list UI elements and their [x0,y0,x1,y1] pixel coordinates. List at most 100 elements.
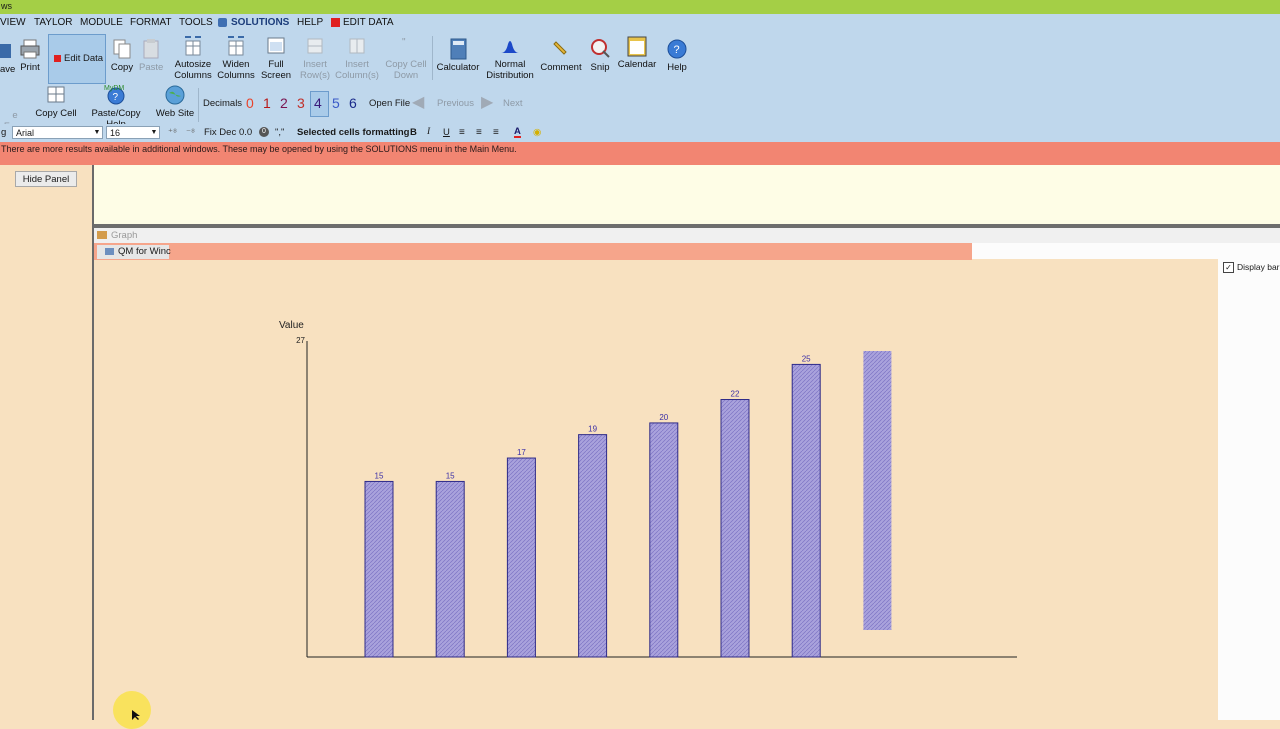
calendar-icon [627,36,647,57]
underline-button[interactable]: U [443,127,450,138]
zero-format-icon[interactable]: 0 [259,127,269,137]
menu-format[interactable]: FORMAT [130,17,171,28]
graph-window-title: Graph [111,230,138,241]
insert-rows-icon [307,38,323,54]
menu-module[interactable]: MODULE [80,17,123,28]
normal-distribution-button[interactable]: Normal Distribution [484,35,536,81]
comment-button[interactable]: Comment [539,38,583,73]
app-icon [105,248,114,255]
bar-data-label: 22 [731,390,740,399]
calculator-button[interactable]: Calculator [436,38,480,73]
print-label: Print [20,62,40,73]
web-site-button[interactable]: Web Site [155,84,195,119]
bar [435,480,465,658]
display-bar-checkbox[interactable]: ✓ [1223,262,1234,273]
increase-decimal-icon[interactable]: ⁺⁸ [168,127,177,138]
calendar-label: Calendar [617,59,657,70]
solutions-icon [218,18,227,27]
normal-curve-icon [501,41,519,53]
next-button[interactable]: Next [503,98,523,109]
insert-columns-label-1: Insert [345,59,369,70]
window-title: ws [1,1,12,11]
banner-text: There are more results available in addi… [1,144,517,154]
paste-icon [143,39,159,59]
ribbon-divider [198,88,199,122]
save-button[interactable]: ave [0,40,15,75]
paste-from-icon [0,84,30,110]
ribbon: ave Print Edit Data Copy Paste Autosize C… [0,32,1280,132]
decimals-6-button[interactable]: 6 [349,95,357,111]
decimals-2-button[interactable]: 2 [280,95,288,111]
help-label: Help [667,62,687,73]
decimals-5-button[interactable]: 5 [332,95,340,111]
format-toolbar: g Arial ▼ 16 ▼ ⁺⁸ ⁻⁸ Fix Dec 0.0 0 "," Sel… [0,124,1280,142]
bold-button[interactable]: B [410,127,417,138]
copy-button[interactable]: Copy [110,38,134,73]
font-select[interactable]: Arial ▼ [12,126,103,139]
bar [578,434,608,658]
edit-data-button[interactable]: Edit Data [48,34,106,84]
ribbon-divider [432,36,433,80]
previous-button[interactable]: Previous [437,98,474,109]
fill-color-icon[interactable]: ◉ [533,127,541,138]
fix-dec-value[interactable]: 0.0 [239,127,252,138]
graph-window-titlebar: Graph [94,228,1280,243]
bar-data-label: 19 [588,425,597,434]
menu-tools[interactable]: TOOLS [179,17,213,28]
normal-label-1: Normal [494,59,526,70]
insert-columns-button[interactable]: Insert Column(s) [334,35,380,81]
align-left-icon[interactable]: ≡ [459,127,465,138]
menu-help[interactable]: HELP [297,17,323,28]
autosize-columns-button[interactable]: Autosize Columns [173,35,213,81]
menu-taylor[interactable]: TAYLOR [34,17,73,28]
menu-edit-data[interactable]: EDIT DATA [343,17,394,28]
print-button[interactable]: Print [18,38,42,73]
tab-qm-for-windows[interactable]: QM for Winc [97,245,171,259]
full-screen-button[interactable]: Full Screen [258,35,294,81]
font-size-value: 16 [110,128,121,138]
decrease-decimal-icon[interactable]: ⁻⁸ [186,127,195,138]
chevron-down-icon: ▼ [150,129,158,136]
decimals-label: Decimals [203,98,243,109]
decimals-3-button[interactable]: 3 [297,95,305,111]
chevron-down-icon: ▼ [93,129,101,136]
bar [720,399,750,658]
hide-panel-button[interactable]: Hide Panel [15,171,77,187]
normal-label-2: Distribution [486,70,534,81]
decimals-4-button[interactable]: 4 [314,95,322,111]
autosize-label-1: Autosize [174,59,212,70]
align-right-icon[interactable]: ≡ [493,127,499,138]
align-center-icon[interactable]: ≡ [476,127,482,138]
svg-text:": " [402,37,406,48]
font-color-icon[interactable]: A [514,127,521,138]
font-size-select[interactable]: 16 ▼ [106,126,160,139]
copy-cell-down-label-1: Copy Cell [385,59,427,70]
bar-chart: Value 27 15 15 17 19 20 22 25 [279,320,1017,658]
help-button[interactable]: ? Help [664,38,690,73]
widen-columns-button[interactable]: Widen Columns [216,35,256,81]
insert-rows-button[interactable]: Insert Row(s) [296,35,334,81]
decimals-0-button[interactable]: 0 [246,95,254,111]
menu-view[interactable]: VIEW [0,17,26,28]
results-banner: There are more results available in addi… [0,142,1280,165]
bar-data-label: 15 [446,471,455,480]
instruction-panel [94,165,1280,224]
copy-cell-down-button[interactable]: " Copy Cell Down [384,35,428,81]
edit-data-square-icon [54,55,61,62]
open-file-button[interactable]: Open File [369,98,410,109]
calendar-button[interactable]: Calendar [616,35,658,70]
snip-button[interactable]: Snip [586,38,614,73]
decimals-1-button[interactable]: 1 [263,95,271,111]
copy-cell-label: Copy Cell [35,108,77,119]
italic-button[interactable]: I [427,127,430,137]
mouse-pointer-icon [132,710,140,720]
tab-label: QM for Winc [118,246,171,257]
comma-format-button[interactable]: "," [275,127,284,138]
widen-label-2: Columns [217,70,255,81]
format-g-label: g [1,127,7,138]
copy-cell-button[interactable]: Copy Cell [34,84,78,119]
menu-solutions[interactable]: SOLUTIONS [231,17,289,28]
paste-button[interactable]: Paste [139,38,163,73]
web-site-label: Web Site [155,108,195,119]
selected-cells-label: Selected cells formatting [297,127,410,138]
